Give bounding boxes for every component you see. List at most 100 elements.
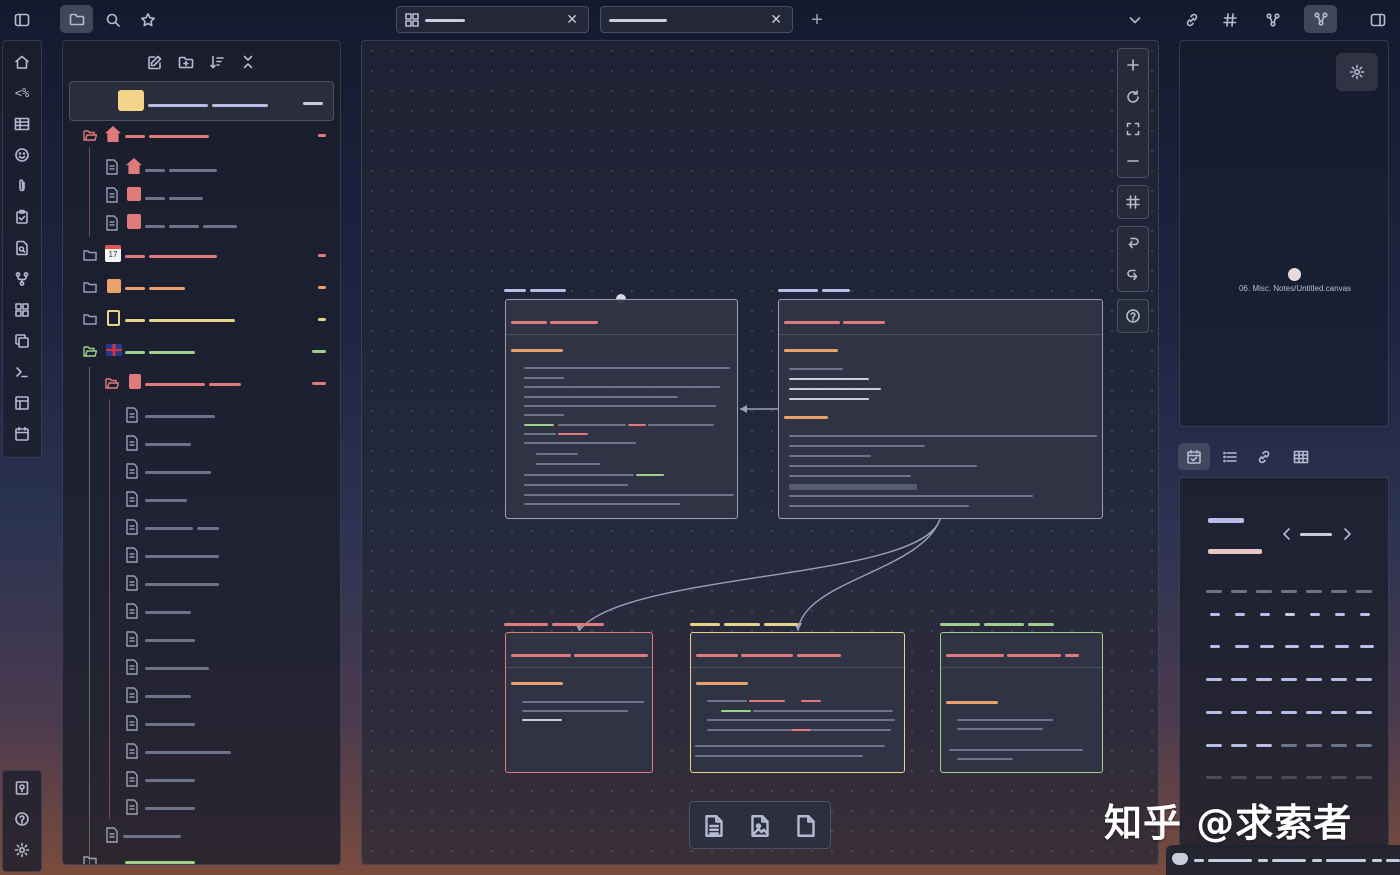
- canvas-view[interactable]: [361, 40, 1159, 865]
- calendar-day[interactable]: [1335, 613, 1345, 616]
- vault-icon[interactable]: [8, 777, 36, 799]
- tree-file[interactable]: [63, 431, 340, 455]
- calendar-day[interactable]: [1256, 678, 1272, 681]
- tree-file[interactable]: [63, 739, 340, 763]
- calendar-day[interactable]: [1281, 678, 1297, 681]
- canvas-card[interactable]: [505, 299, 738, 519]
- zoom-out-icon[interactable]: [1118, 145, 1148, 177]
- redo-icon[interactable]: [1118, 259, 1148, 291]
- media-icon[interactable]: [744, 810, 776, 842]
- help-icon[interactable]: [8, 808, 36, 830]
- calendar-day[interactable]: [1281, 744, 1297, 747]
- tree-file[interactable]: [63, 655, 340, 679]
- list-icon[interactable]: [1216, 443, 1244, 470]
- calendar-day[interactable]: [1310, 613, 1320, 616]
- help-icon[interactable]: [1118, 300, 1148, 332]
- graph-icon[interactable]: [1304, 5, 1337, 33]
- tree-file[interactable]: [63, 459, 340, 483]
- calendar-day[interactable]: [1206, 776, 1222, 779]
- calendar-day[interactable]: [1331, 678, 1347, 681]
- copy-icon[interactable]: [8, 330, 36, 352]
- calendar-today-button[interactable]: [1300, 533, 1332, 536]
- calendar-day[interactable]: [1285, 645, 1299, 648]
- chevron-down-icon[interactable]: [1122, 6, 1148, 34]
- tree-file[interactable]: [63, 211, 340, 235]
- tab-canvas[interactable]: ✕: [396, 6, 589, 33]
- new-folder-icon[interactable]: [174, 51, 198, 73]
- tree-folder[interactable]: [63, 275, 340, 299]
- tree-file[interactable]: [63, 155, 340, 179]
- layout-icon[interactable]: [8, 392, 36, 414]
- close-tab-icon[interactable]: ✕: [566, 11, 578, 28]
- graph-node[interactable]: [1288, 268, 1301, 281]
- calendar-day[interactable]: [1356, 711, 1372, 714]
- reset-icon[interactable]: [1118, 81, 1148, 113]
- calendar-day[interactable]: [1331, 744, 1347, 747]
- canvas-card[interactable]: [940, 632, 1103, 773]
- calendar-day[interactable]: [1306, 711, 1322, 714]
- search-icon[interactable]: [99, 6, 127, 34]
- calendar-day[interactable]: [1306, 678, 1322, 681]
- tree-folder[interactable]: 17: [63, 243, 340, 267]
- grid-icon[interactable]: [1118, 186, 1148, 218]
- dashboard-icon[interactable]: [8, 299, 36, 321]
- calendar-day[interactable]: [1260, 613, 1270, 616]
- graph-view-panel[interactable]: 06. Misc. Notes/Untitled.canvas: [1179, 40, 1389, 427]
- calendar-day[interactable]: [1306, 744, 1322, 747]
- calendar-day[interactable]: [1331, 711, 1347, 714]
- calendar-day[interactable]: [1285, 613, 1295, 616]
- calendar-day[interactable]: [1231, 711, 1247, 714]
- tab-note[interactable]: ✕: [600, 6, 793, 33]
- link-icon[interactable]: [1178, 6, 1206, 34]
- vault-header[interactable]: [69, 81, 334, 121]
- canvas-card[interactable]: [505, 632, 653, 773]
- tree-folder[interactable]: [63, 339, 340, 363]
- calendar-day[interactable]: [1235, 645, 1249, 648]
- discord-icon[interactable]: [1172, 853, 1188, 865]
- calendar-day[interactable]: [1231, 744, 1247, 747]
- tree-file[interactable]: [63, 599, 340, 623]
- templater-icon[interactable]: <%: [8, 82, 36, 104]
- calendar-day[interactable]: [1235, 613, 1245, 616]
- link-icon[interactable]: [1250, 443, 1278, 470]
- calendar-day[interactable]: [1281, 711, 1297, 714]
- tree-file[interactable]: [63, 571, 340, 595]
- calendar-check-icon[interactable]: [1178, 443, 1210, 470]
- table-icon[interactable]: [8, 113, 36, 135]
- tree-file[interactable]: [63, 403, 340, 427]
- tree-file[interactable]: [63, 515, 340, 539]
- chevron-right-icon[interactable]: [1338, 524, 1356, 544]
- calendar-day[interactable]: [1331, 776, 1347, 779]
- calendar-day[interactable]: [1210, 645, 1220, 648]
- calendar-day[interactable]: [1356, 744, 1372, 747]
- paperclip-icon[interactable]: [8, 175, 36, 197]
- zoom-in-icon[interactable]: [1118, 49, 1148, 81]
- calendar-day[interactable]: [1231, 678, 1247, 681]
- git-fork-icon[interactable]: [8, 268, 36, 290]
- terminal-icon[interactable]: [8, 361, 36, 383]
- calendar-icon[interactable]: [8, 423, 36, 445]
- blank-card-icon[interactable]: [790, 810, 822, 842]
- calendar-day[interactable]: [1356, 678, 1372, 681]
- collapse-all-icon[interactable]: [236, 51, 260, 73]
- tree-file[interactable]: [63, 767, 340, 791]
- graph-pin-icon[interactable]: [1254, 6, 1292, 34]
- calendar-day[interactable]: [1206, 678, 1222, 681]
- tree-file[interactable]: [63, 795, 340, 819]
- left-sidebar-toggle-icon[interactable]: [8, 6, 36, 34]
- sort-icon[interactable]: [205, 51, 229, 73]
- settings-icon[interactable]: [8, 839, 36, 861]
- fit-icon[interactable]: [1118, 113, 1148, 145]
- canvas-card[interactable]: [690, 632, 905, 773]
- file-explorer-icon[interactable]: [60, 5, 93, 33]
- calendar-day[interactable]: [1360, 645, 1374, 648]
- new-tab-icon[interactable]: +: [804, 6, 830, 34]
- tree-folder[interactable]: [63, 307, 340, 331]
- tree-folder[interactable]: [63, 371, 340, 395]
- calendar-day[interactable]: [1206, 711, 1222, 714]
- tree-file[interactable]: [63, 627, 340, 651]
- calendar-day[interactable]: [1360, 613, 1370, 616]
- right-sidebar-toggle-icon[interactable]: [1364, 6, 1392, 34]
- tree-file[interactable]: [63, 543, 340, 567]
- tree-file[interactable]: [63, 487, 340, 511]
